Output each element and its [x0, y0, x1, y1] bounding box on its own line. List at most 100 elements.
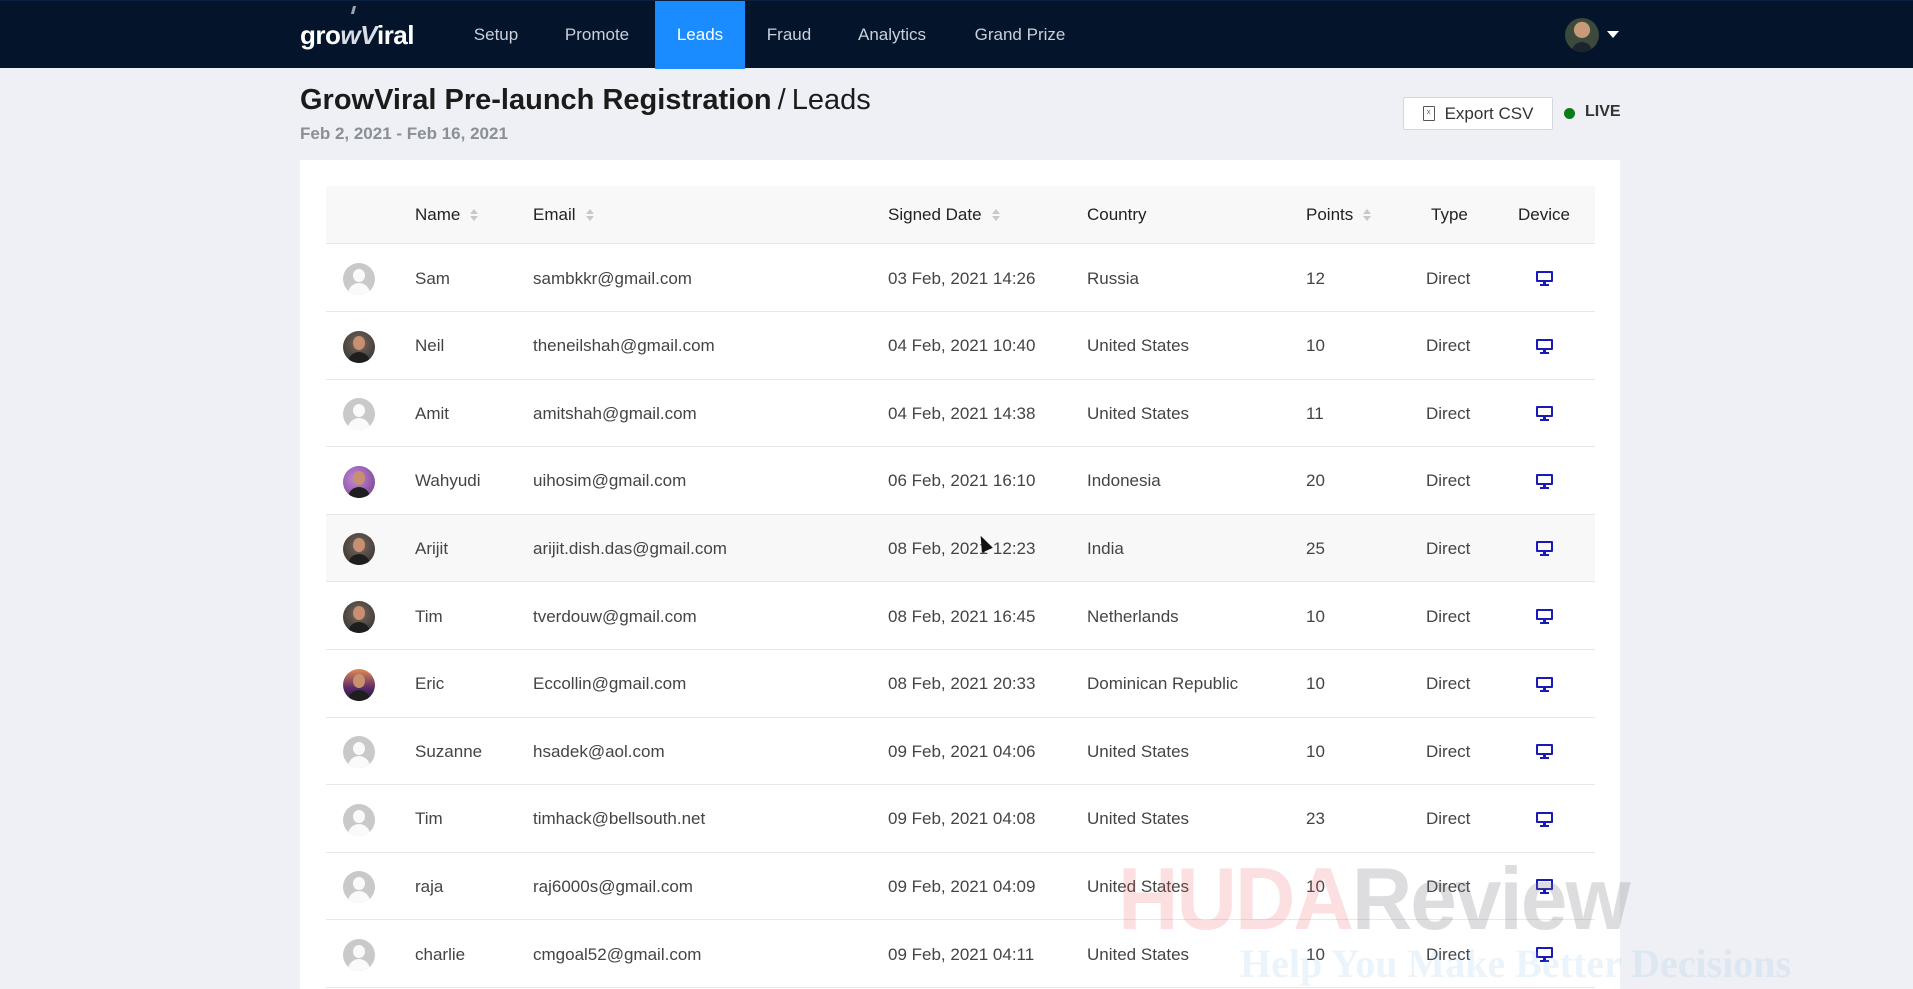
desktop-icon[interactable]: [1536, 338, 1553, 354]
lead-name: raja: [415, 876, 444, 896]
growviral-logo[interactable]: gro wV iral: [300, 17, 415, 53]
breadcrumb-separator: /: [777, 84, 786, 116]
table-row[interactable]: Tim tverdouw@gmail.com 08 Feb, 2021 16:45 N…: [326, 583, 1595, 650]
nav-leads[interactable]: Leads: [655, 1, 745, 69]
file-excel-icon: x: [1422, 106, 1435, 121]
desktop-icon[interactable]: [1536, 271, 1553, 286]
logo-text-post: iral: [376, 19, 415, 50]
lead-signed-date: 06 Feb, 2021 16:10: [888, 471, 1036, 491]
lead-signed-date: 08 Feb, 2021 20:33: [888, 674, 1036, 694]
nav-analytics[interactable]: Analytics: [848, 1, 936, 69]
user-avatar[interactable]: [1565, 18, 1599, 52]
nav-fraud[interactable]: Fraud: [758, 1, 820, 69]
col-country-label: Country: [1087, 205, 1147, 224]
table-row[interactable]: Eric Eccollin@gmail.com 08 Feb, 2021 20:33…: [326, 650, 1595, 718]
top-navbar: gro wV iral Setup Promote Leads Fraud Anal…: [0, 0, 1913, 69]
lead-email: uihosim@gmail.com: [533, 471, 687, 491]
desktop-icon[interactable]: [1536, 811, 1553, 827]
caret-down-icon[interactable]: [1607, 31, 1619, 38]
col-device-label: Device: [1518, 205, 1570, 224]
sort-icon[interactable]: [470, 209, 479, 221]
lead-name: Amit: [415, 403, 449, 423]
desktop-icon[interactable]: [1536, 541, 1553, 557]
lead-device: [1536, 515, 1553, 582]
table-row[interactable]: Arijit arijit.dish.das@gmail.com 08 Feb, 2…: [326, 515, 1595, 583]
lead-device: [1536, 583, 1553, 650]
lead-signed-date: 08 Feb, 2021 16:45: [888, 606, 1036, 626]
lead-email: theneilshah@gmail.com: [533, 336, 715, 356]
lead-email: tverdouw@gmail.com: [533, 606, 697, 626]
lead-country: India: [1087, 538, 1124, 558]
live-status-label: LIVE: [1585, 103, 1621, 120]
avatar: [343, 330, 375, 363]
lead-device: [1536, 921, 1553, 988]
table-row[interactable]: Amit amitshah@gmail.com 04 Feb, 2021 14:38…: [326, 380, 1595, 448]
lead-type: Direct: [1426, 538, 1471, 558]
logo-mark: wV: [340, 19, 377, 50]
desktop-icon[interactable]: [1536, 473, 1553, 489]
lead-country: Netherlands: [1087, 606, 1179, 626]
col-device: Device: [1518, 186, 1570, 244]
lead-type: Direct: [1426, 876, 1471, 896]
avatar: [343, 939, 375, 971]
table-row[interactable]: raja raj6000s@gmail.com 09 Feb, 2021 04:09…: [326, 853, 1595, 921]
avatar: [343, 465, 375, 498]
lead-country: United States: [1087, 809, 1190, 829]
col-country: Country: [1087, 186, 1147, 244]
lead-name: Suzanne: [415, 741, 483, 761]
table-row[interactable]: Wahyudi uihosim@gmail.com 06 Feb, 2021 16:…: [326, 447, 1595, 515]
lead-device: [1536, 380, 1553, 447]
export-csv-button[interactable]: x Export CSV: [1403, 97, 1553, 130]
table-row[interactable]: Neil theneilshah@gmail.com 04 Feb, 2021 10…: [326, 312, 1595, 380]
lead-name: charlie: [415, 944, 466, 964]
campaign-title: GrowViral Pre-launch Registration: [300, 84, 772, 116]
lead-country: United States: [1087, 876, 1190, 896]
lead-points: 10: [1306, 606, 1325, 626]
lead-type: Direct: [1426, 741, 1471, 761]
col-email[interactable]: Email: [533, 186, 594, 244]
lead-name: Wahyudi: [415, 471, 481, 491]
lead-signed-date: 08 Feb, 2021 12:23: [888, 538, 1036, 558]
table-row[interactable]: charlie cmgoal52@gmail.com 09 Feb, 2021 04…: [326, 921, 1595, 988]
avatar: [343, 601, 375, 633]
desktop-icon[interactable]: [1536, 676, 1553, 692]
nav-promote[interactable]: Promote: [552, 1, 642, 69]
sort-icon[interactable]: [1363, 209, 1372, 221]
avatar: [343, 803, 375, 836]
col-name-label: Name: [415, 205, 461, 224]
col-name[interactable]: Name: [415, 186, 479, 244]
table-row[interactable]: Tim timhack@bellsouth.net 09 Feb, 2021 04:…: [326, 785, 1595, 853]
lead-name: Tim: [415, 809, 443, 829]
lead-signed-date: 04 Feb, 2021 14:38: [888, 403, 1036, 423]
nav-setup[interactable]: Setup: [460, 1, 532, 69]
lead-email: arijit.dish.das@gmail.com: [533, 538, 727, 558]
lead-points: 23: [1306, 809, 1325, 829]
desktop-icon[interactable]: [1536, 879, 1553, 895]
col-signed-date-label: Signed Date: [888, 205, 982, 224]
desktop-icon[interactable]: [1536, 744, 1553, 760]
lead-signed-date: 09 Feb, 2021 04:06: [888, 741, 1036, 761]
table-row[interactable]: Sam sambkkr@gmail.com 03 Feb, 2021 14:26 Ru…: [326, 245, 1595, 312]
sort-icon[interactable]: [585, 209, 594, 221]
lead-name: Arijit: [415, 538, 449, 558]
col-signed-date[interactable]: Signed Date: [888, 186, 1000, 244]
lead-email: sambkkr@gmail.com: [533, 268, 692, 288]
lead-email: cmgoal52@gmail.com: [533, 944, 702, 964]
col-email-label: Email: [533, 205, 576, 224]
section-title: Leads: [791, 84, 871, 116]
desktop-icon[interactable]: [1536, 609, 1553, 624]
table-row[interactable]: Suzanne hsadek@aol.com 09 Feb, 2021 04:06 U…: [326, 718, 1595, 786]
lead-signed-date: 03 Feb, 2021 14:26: [888, 268, 1036, 288]
nav-grand-prize[interactable]: Grand Prize: [965, 1, 1075, 69]
col-points[interactable]: Points: [1306, 186, 1372, 244]
avatar: [343, 263, 375, 295]
lead-name: Tim: [415, 606, 443, 626]
desktop-icon[interactable]: [1536, 406, 1553, 422]
sort-icon[interactable]: [991, 209, 1000, 221]
lead-email: amitshah@gmail.com: [533, 403, 697, 423]
desktop-icon[interactable]: [1536, 947, 1553, 962]
export-csv-label: Export CSV: [1444, 103, 1534, 123]
col-type: Type: [1431, 186, 1468, 244]
date-range: Feb 2, 2021 - Feb 16, 2021: [300, 124, 508, 143]
lead-device: [1536, 786, 1553, 853]
